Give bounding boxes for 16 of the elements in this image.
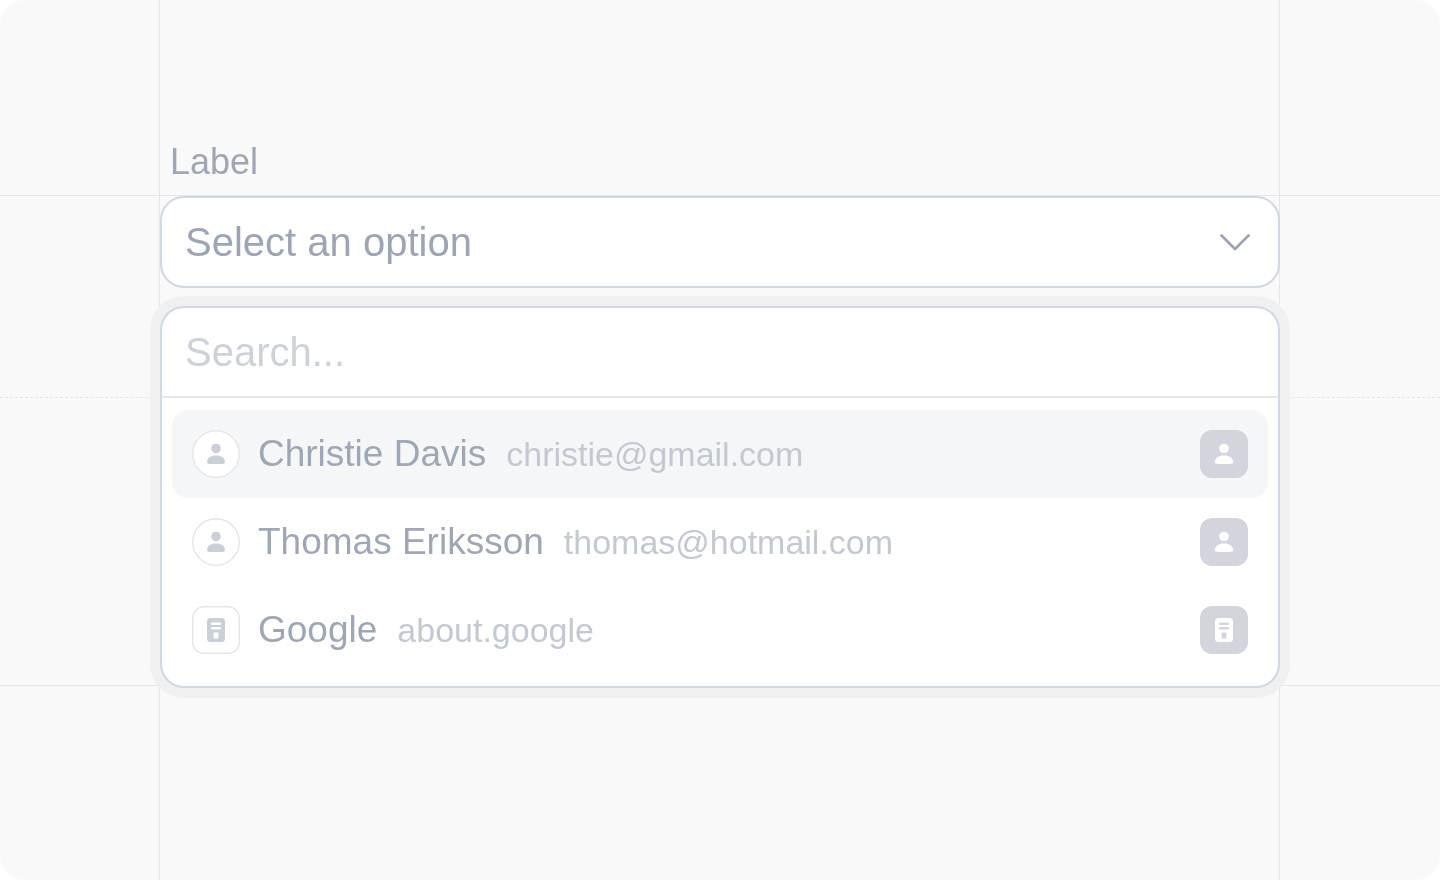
option-item[interactable]: Google about.google	[172, 586, 1268, 674]
building-icon	[192, 606, 240, 654]
person-square-icon	[1200, 518, 1248, 566]
field-label: Label	[170, 140, 259, 184]
person-square-icon	[1200, 430, 1248, 478]
building-square-icon	[1200, 606, 1248, 654]
chevron-down-icon	[1220, 233, 1250, 251]
option-name: Google	[258, 609, 378, 651]
person-circle-icon	[192, 430, 240, 478]
option-name: Thomas Eriksson	[258, 521, 544, 563]
option-name: Christie Davis	[258, 433, 487, 475]
option-detail: thomas@hotmail.com	[563, 522, 894, 562]
option-item[interactable]: Thomas Eriksson thomas@hotmail.com	[172, 498, 1268, 586]
select-dropdown[interactable]: Select an option	[160, 196, 1280, 288]
person-circle-icon	[192, 518, 240, 566]
option-detail: about.google	[397, 610, 594, 650]
